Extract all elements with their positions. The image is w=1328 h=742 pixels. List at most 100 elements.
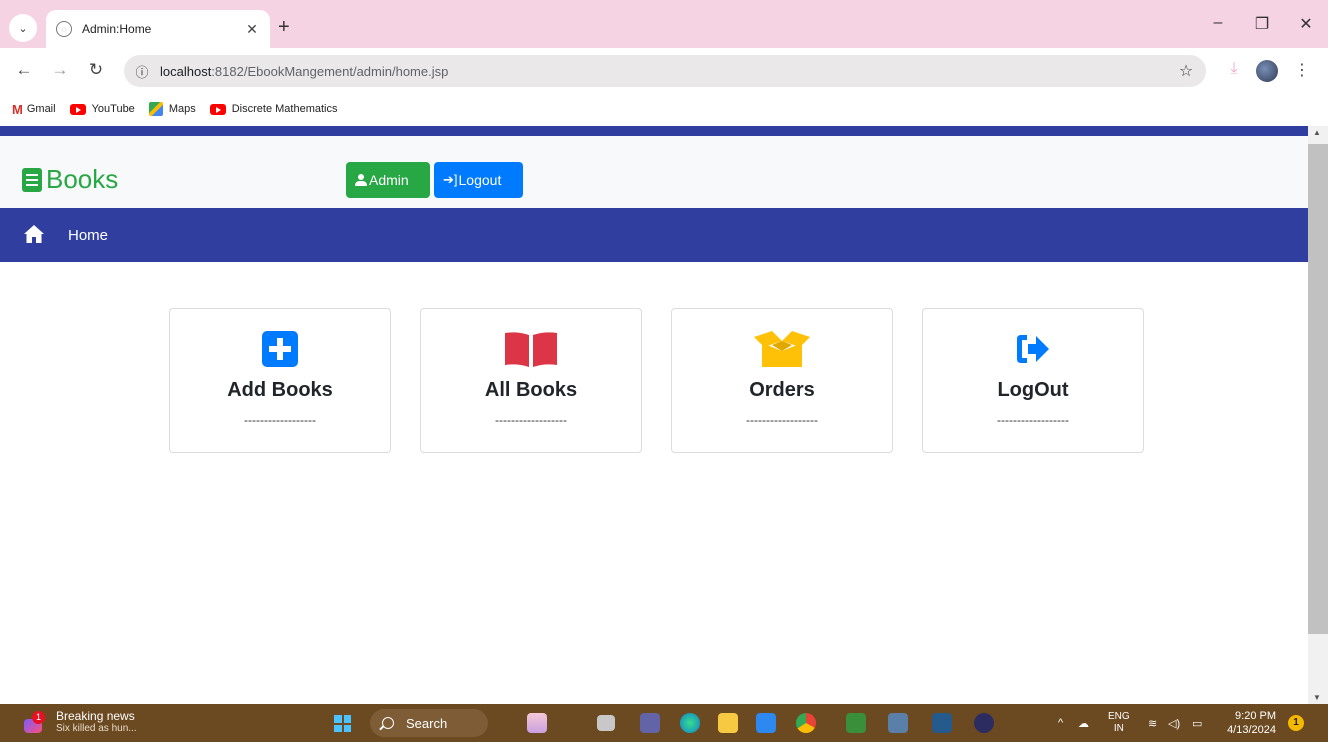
bookmark-discrete-mathematics[interactable]: Discrete Mathematics — [209, 103, 338, 115]
system-clock[interactable]: 9:20 PM 4/13/2024 — [1224, 709, 1276, 737]
taskbar-search[interactable]: Search — [370, 709, 488, 737]
app-icon-blue[interactable] — [888, 713, 908, 733]
scroll-up-icon[interactable]: ▲ — [1313, 128, 1321, 137]
windows-taskbar: 1 Breaking news Six killed as hun... Sea… — [0, 704, 1328, 742]
active-tab[interactable]: ◌ Admin:Home ✕ — [46, 10, 270, 48]
onedrive-icon[interactable]: ☁ — [1078, 704, 1089, 742]
main-navbar: Home — [0, 208, 1308, 262]
language-bottom: IN — [1113, 723, 1124, 734]
book-open-icon — [421, 331, 641, 367]
bookmark-star-icon[interactable]: ☆ — [1166, 61, 1206, 81]
bookmark-label: Discrete Mathematics — [231, 103, 338, 115]
store-icon[interactable] — [756, 713, 776, 733]
maps-icon — [148, 102, 163, 116]
logout-card[interactable]: LogOut ------------------ — [922, 308, 1144, 453]
file-explorer-icon[interactable] — [718, 713, 738, 733]
battery-icon[interactable]: ▭ — [1192, 704, 1202, 742]
tab-search-button[interactable]: ⌄ — [9, 14, 37, 42]
user-icon — [355, 174, 368, 186]
edge-icon[interactable] — [680, 713, 700, 733]
bookmark-label: YouTube — [91, 103, 135, 115]
browser-toolbar: ← → ↻ ⓘ localhost:8182/EbookMangement/ad… — [0, 48, 1328, 96]
browser-tab-strip: ⌄ ◌ Admin:Home ✕ + – ❐ ✕ — [0, 0, 1328, 48]
card-title: Orders — [749, 379, 815, 401]
search-label: Search — [406, 715, 448, 731]
address-bar[interactable]: ⓘ localhost:8182/EbookMangement/admin/ho… — [124, 55, 1206, 87]
brand-logo[interactable]: Books — [22, 164, 118, 195]
url-path: :8182/EbookMangement/admin/home.jsp — [211, 63, 449, 79]
tab-title: Admin:Home — [82, 22, 152, 36]
menu-dots-icon[interactable]: ⋮ — [1290, 60, 1314, 80]
bookmarks-bar: M Gmail YouTube Maps Discrete Mathematics — [0, 96, 1328, 122]
header-bar: Books Admin ➔] Logout — [0, 136, 1308, 208]
teams-icon[interactable] — [640, 713, 660, 733]
bookmark-youtube[interactable]: YouTube — [69, 103, 135, 115]
news-title: Breaking news — [56, 709, 135, 723]
language-indicator[interactable]: ENG IN — [1108, 704, 1130, 742]
news-widget[interactable]: 1 Breaking news Six killed as hun... — [22, 710, 137, 735]
clock-time: 9:20 PM — [1235, 710, 1276, 722]
show-hidden-icons[interactable]: ^ — [1058, 704, 1063, 742]
app-icon-green[interactable] — [846, 713, 866, 733]
window-controls: – ❐ ✕ — [1196, 14, 1328, 34]
app-icon-dark[interactable] — [932, 713, 952, 733]
card-title: Add Books — [227, 379, 333, 401]
search-icon — [382, 717, 394, 729]
card-divider: ------------------ — [495, 413, 567, 427]
tab-close-icon[interactable]: ✕ — [244, 21, 260, 38]
windows-start-icon[interactable] — [334, 715, 351, 732]
clock-date: 4/13/2024 — [1227, 724, 1276, 736]
home-icon[interactable] — [23, 224, 45, 244]
card-divider: ------------------ — [746, 413, 818, 427]
task-view-icon[interactable] — [597, 715, 615, 731]
top-accent-strip — [0, 126, 1308, 136]
bookmark-label: Maps — [168, 103, 196, 115]
volume-icon[interactable]: ◁) — [1168, 704, 1180, 742]
nav-home-link[interactable]: Home — [68, 227, 108, 244]
restore-button[interactable]: ❐ — [1240, 14, 1284, 34]
card-title: LogOut — [997, 379, 1069, 401]
scrollbar-thumb[interactable] — [1308, 144, 1328, 634]
brand-text: Books — [46, 164, 119, 194]
close-window-button[interactable]: ✕ — [1284, 14, 1328, 34]
language-top: ENG — [1108, 711, 1130, 722]
site-info-icon[interactable]: ⓘ — [128, 57, 156, 85]
wifi-icon[interactable]: ≋ — [1148, 704, 1157, 742]
gmail-icon: M — [12, 101, 23, 117]
bookmark-gmail[interactable]: M Gmail — [12, 102, 56, 117]
scroll-down-icon[interactable]: ▼ — [1313, 693, 1321, 702]
admin-button-label: Admin — [369, 172, 409, 188]
notification-badge[interactable]: 1 — [1288, 715, 1304, 731]
logout-button[interactable]: ➔] Logout — [434, 162, 523, 198]
card-divider: ------------------ — [997, 413, 1069, 427]
profile-avatar[interactable] — [1256, 60, 1278, 82]
globe-icon: ◌ — [56, 21, 72, 37]
news-subtitle: Six killed as hun... — [56, 723, 137, 734]
news-icon: 1 — [22, 710, 46, 735]
admin-button[interactable]: Admin — [346, 162, 430, 198]
news-badge: 1 — [32, 710, 45, 724]
logout-button-label: Logout — [458, 172, 502, 188]
youtube-icon — [209, 103, 226, 115]
url-host: localhost — [160, 63, 212, 79]
eclipse-icon[interactable] — [974, 713, 994, 733]
add-books-card[interactable]: Add Books ------------------ — [169, 308, 391, 453]
page-scrollbar[interactable]: ▲ ▼ — [1308, 126, 1328, 704]
widgets-app-icon[interactable] — [527, 713, 547, 733]
new-tab-button[interactable]: + — [278, 17, 290, 37]
reload-icon[interactable]: ↻ — [84, 60, 108, 80]
download-icon[interactable]: ⤓ — [1222, 60, 1246, 78]
youtube-icon — [69, 103, 86, 115]
sign-out-icon — [923, 331, 1143, 367]
bookmark-label: Gmail — [26, 103, 56, 115]
forward-icon[interactable]: → — [48, 60, 72, 80]
orders-card[interactable]: Orders ------------------ — [671, 308, 893, 453]
bookmark-maps[interactable]: Maps — [148, 102, 196, 116]
all-books-card[interactable]: All Books ------------------ — [420, 308, 642, 453]
book-icon — [22, 167, 42, 192]
chrome-icon[interactable] — [796, 713, 816, 733]
url-text[interactable]: localhost:8182/EbookMangement/admin/home… — [160, 64, 1166, 79]
minimize-button[interactable]: – — [1196, 14, 1240, 34]
back-icon[interactable]: ← — [12, 60, 36, 80]
card-title: All Books — [484, 379, 578, 401]
